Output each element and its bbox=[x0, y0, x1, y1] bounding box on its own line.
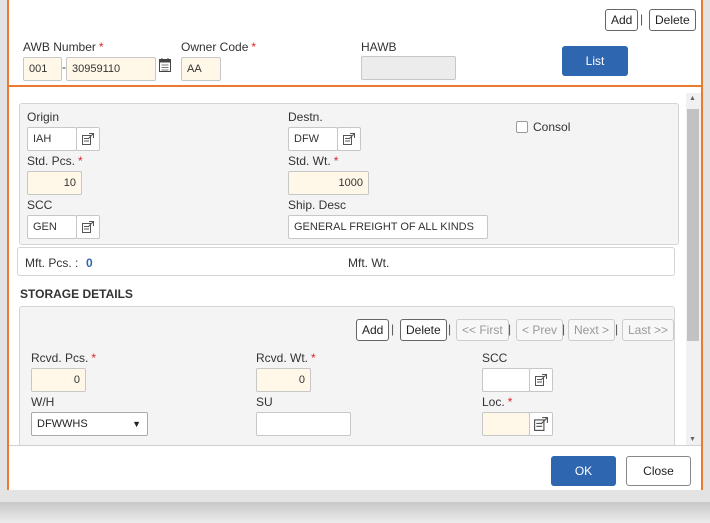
storage-separator-4: | bbox=[562, 322, 566, 336]
destn-input[interactable]: DFW bbox=[288, 127, 338, 151]
su-label: SU bbox=[256, 395, 273, 409]
rcvd-wt-input[interactable]: 0 bbox=[256, 368, 311, 392]
scroll-down-icon[interactable]: ▼ bbox=[689, 436, 696, 443]
list-button[interactable]: List bbox=[562, 46, 628, 76]
storage-scc-lookup-icon[interactable] bbox=[529, 368, 553, 392]
owner-code-input[interactable]: AA bbox=[181, 57, 221, 81]
scc-label: SCC bbox=[27, 198, 53, 212]
hawb-input[interactable] bbox=[361, 56, 456, 80]
storage-separator-2: | bbox=[448, 322, 452, 336]
storage-scc-input[interactable] bbox=[482, 368, 530, 392]
header-add-button[interactable]: Add bbox=[605, 9, 639, 31]
su-input[interactable] bbox=[256, 412, 351, 436]
destn-label: Destn. bbox=[288, 110, 323, 124]
dialog-footer: OK Close bbox=[9, 445, 701, 490]
storage-separator-3: | bbox=[508, 322, 512, 336]
awb-number-input[interactable]: 30959110 bbox=[66, 57, 156, 81]
scc-lookup-icon[interactable] bbox=[76, 215, 100, 239]
origin-input[interactable]: IAH bbox=[27, 127, 77, 151]
loc-lookup-icon[interactable] bbox=[529, 412, 553, 436]
std-wt-label: Std. Wt. * bbox=[288, 154, 339, 168]
std-pcs-input[interactable]: 10 bbox=[27, 171, 82, 195]
wh-select[interactable]: DFWWHS ▼ bbox=[31, 412, 148, 436]
origin-lookup-icon[interactable] bbox=[76, 127, 100, 151]
ship-desc-label: Ship. Desc bbox=[288, 198, 347, 212]
first-page-button[interactable]: << First bbox=[456, 319, 509, 341]
storage-scc-label: SCC bbox=[482, 351, 508, 365]
loc-label: Loc. * bbox=[482, 395, 513, 409]
next-page-button[interactable]: Next > bbox=[568, 319, 616, 341]
storage-delete-button[interactable]: Delete bbox=[400, 319, 447, 341]
awb-prefix-input[interactable]: 001 bbox=[23, 57, 62, 81]
scroll-up-icon[interactable]: ▲ bbox=[689, 95, 696, 102]
mft-pcs-value: 0 bbox=[86, 256, 93, 270]
storage-panel: Add | Delete | << First | < Prev | Next … bbox=[19, 306, 675, 445]
shipment-panel: Origin IAH Destn. DFW Consol Std. Pcs. * … bbox=[19, 103, 679, 245]
std-pcs-label: Std. Pcs. * bbox=[27, 154, 83, 168]
last-page-button[interactable]: Last >> bbox=[622, 319, 675, 341]
storage-add-button[interactable]: Add bbox=[356, 319, 390, 341]
storage-separator-1: | bbox=[391, 322, 395, 336]
storage-details-title: STORAGE DETAILS bbox=[20, 287, 133, 301]
manifest-panel: Mft. Pcs. : 0 Mft. Wt. bbox=[17, 247, 675, 276]
mft-wt-label: Mft. Wt. bbox=[348, 256, 390, 270]
loc-input[interactable] bbox=[482, 412, 530, 436]
header-delete-button[interactable]: Delete bbox=[649, 9, 696, 31]
ship-desc-input[interactable]: GENERAL FREIGHT OF ALL KINDS bbox=[288, 215, 488, 239]
wh-label: W/H bbox=[31, 395, 55, 409]
wh-selected-value: DFWWHS bbox=[37, 418, 88, 430]
dialog-header: Add | Delete AWB Number * 001 - 30959110 … bbox=[9, 0, 701, 87]
storage-dialog: Add | Delete AWB Number * 001 - 30959110 … bbox=[7, 0, 703, 490]
close-button[interactable]: Close bbox=[626, 456, 691, 486]
consol-checkbox[interactable] bbox=[516, 121, 528, 133]
destn-lookup-icon[interactable] bbox=[337, 127, 361, 151]
ok-button[interactable]: OK bbox=[551, 456, 616, 486]
origin-label: Origin bbox=[27, 110, 60, 124]
consol-label: Consol bbox=[533, 120, 571, 134]
hawb-label: HAWB bbox=[361, 40, 397, 54]
prev-page-button[interactable]: < Prev bbox=[516, 319, 564, 341]
vertical-scrollbar[interactable]: ▲ ▼ bbox=[686, 93, 701, 445]
std-wt-input[interactable]: 1000 bbox=[288, 171, 369, 195]
owner-code-label: Owner Code * bbox=[181, 40, 257, 54]
storage-separator-5: | bbox=[615, 322, 619, 336]
page-background-strip bbox=[0, 502, 710, 523]
dialog-body: Origin IAH Destn. DFW Consol Std. Pcs. * … bbox=[9, 89, 701, 445]
chevron-down-icon: ▼ bbox=[132, 419, 141, 429]
awb-number-label: AWB Number * bbox=[23, 40, 104, 54]
rcvd-wt-label: Rcvd. Wt. * bbox=[256, 351, 316, 365]
scc-input[interactable]: GEN bbox=[27, 215, 77, 239]
scrollbar-thumb[interactable] bbox=[687, 109, 699, 341]
calendar-icon[interactable] bbox=[158, 57, 172, 73]
mft-pcs-label: Mft. Pcs. : bbox=[25, 256, 79, 270]
rcvd-pcs-input[interactable]: 0 bbox=[31, 368, 86, 392]
header-separator: | bbox=[640, 12, 644, 26]
rcvd-pcs-label: Rcvd. Pcs. * bbox=[31, 351, 97, 365]
